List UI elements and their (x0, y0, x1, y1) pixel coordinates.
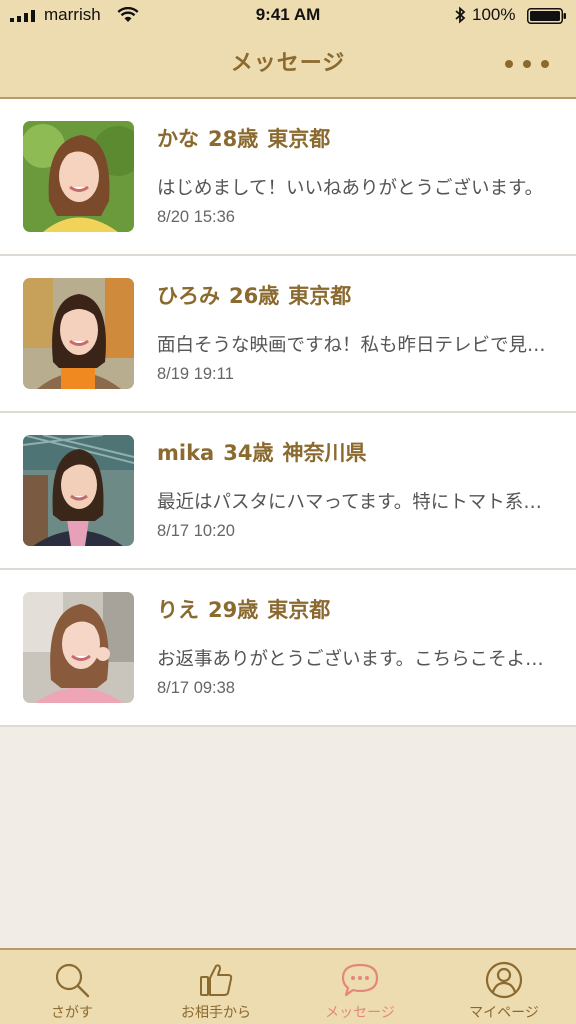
avatar[interactable] (23, 278, 134, 389)
page-title: メッセージ (230, 51, 346, 76)
message-preview: 最近はパスタにハマってます。特にトマト系が好きです。 (157, 492, 549, 513)
message-timestamp: 8/20 15:36 (157, 208, 235, 226)
battery-icon (527, 8, 566, 24)
sender-age: 26歳 (229, 284, 280, 308)
sender-name: ひろみ (157, 284, 220, 308)
avatar[interactable] (23, 435, 134, 546)
message-row[interactable]: ひろみ 26歳東京都 面白そうな映画ですね！私も昨日テレビで見ました。 8/19 … (0, 256, 576, 413)
message-timestamp: 8/19 19:11 (157, 365, 234, 383)
avatar[interactable] (23, 592, 134, 703)
tab-search[interactable]: さがす (0, 950, 144, 1024)
tab-label: お相手から (181, 1005, 251, 1021)
sender-location: 東京都 (267, 598, 331, 622)
sender-name: mika (157, 441, 215, 465)
message-timestamp: 8/17 09:38 (157, 679, 235, 697)
top-bar: marrish 9:41 AM 100% メッセージ (0, 0, 576, 99)
sender-age: 29歳 (208, 598, 259, 622)
sender-name: りえ (157, 598, 199, 622)
more-dots-icon[interactable] (500, 50, 556, 78)
tab-messages[interactable]: メッセージ (288, 950, 432, 1024)
tab-mypage[interactable]: マイページ (432, 950, 576, 1024)
message-list: かな 28歳 東京都 はじめまして！いいねありがとうございます。 8/20 15:3… (0, 99, 576, 727)
tab-label: さがす (51, 1005, 93, 1021)
message-row[interactable]: りえ29歳東京都 お返事ありがとうございます。こちらこそよろしくお願いします。 … (0, 570, 576, 727)
sender-age: 28歳 (208, 127, 259, 151)
message-preview: はじめまして！いいねありがとうございます。 (157, 178, 544, 199)
search-icon (55, 963, 90, 998)
message-row[interactable]: mika 34歳神奈川県 最近はパスタにハマってます。特にトマト系が好きです。 8… (0, 413, 576, 570)
message-sender: mika 34歳 神奈川県 (157, 437, 366, 467)
thumbs-up-icon (200, 964, 233, 996)
sender-location: 神奈川県 (282, 441, 367, 465)
sender-age: 34歳 (223, 441, 274, 465)
message-preview: お返事ありがとうございます。こちらこそよろしくお願いします。 (157, 649, 549, 670)
message-timestamp: 8/17 10:20 (157, 522, 235, 540)
battery-percentage: 100% (472, 5, 516, 24)
message-row[interactable]: かな 28歳 東京都 はじめまして！いいねありがとうございます。 8/20 15:3… (0, 99, 576, 256)
chat-bubble-icon (341, 963, 379, 997)
avatar[interactable] (23, 121, 134, 232)
status-bar: marrish 9:41 AM 100% (0, 0, 576, 32)
tab-likes[interactable]: お相手から (144, 950, 288, 1024)
profile-icon (485, 961, 523, 999)
sender-location: 東京都 (288, 284, 352, 308)
bluetooth-icon (455, 6, 466, 24)
message-preview: 面白そうな映画ですね！私も昨日テレビで見ました。 (157, 335, 549, 356)
sender-location: 東京都 (267, 127, 331, 151)
tab-label: メッセージ (325, 1005, 395, 1021)
message-sender: りえ 29歳 東京都 (157, 594, 330, 624)
tab-bar: さがす お相手から メッセージ マイページ (0, 948, 576, 1024)
message-sender: かな 28歳 東京都 (157, 123, 330, 153)
message-sender: ひろみ 26歳 東京都 (157, 280, 351, 310)
sender-name: かな (157, 127, 199, 151)
tab-label: マイページ (469, 1005, 539, 1021)
